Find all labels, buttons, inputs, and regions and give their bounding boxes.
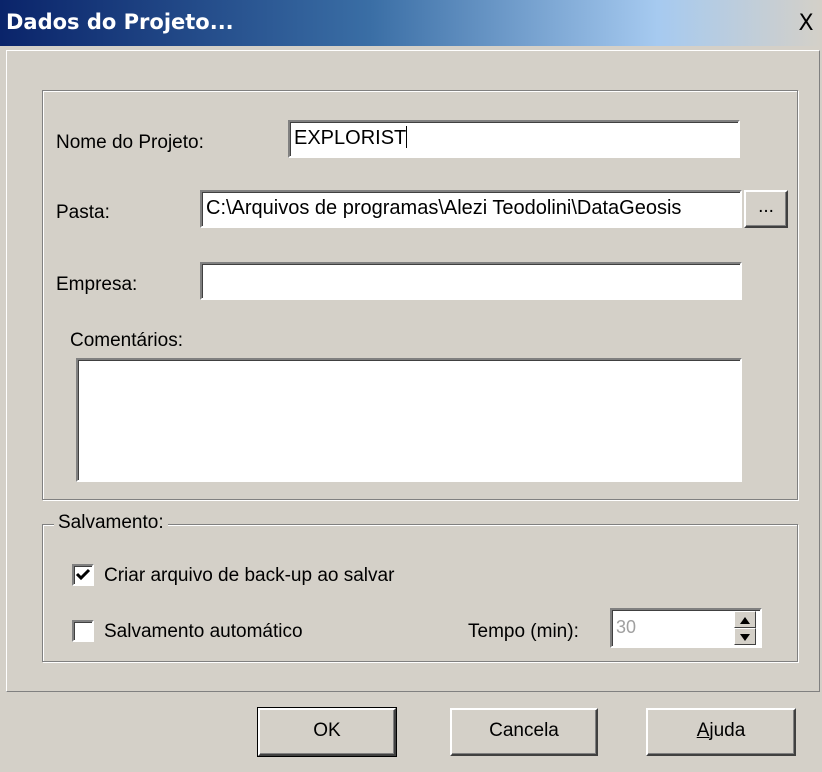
help-accelerator: A [696, 720, 710, 741]
help-label-rest: juda [709, 720, 746, 741]
project-name-field[interactable]: EXPLORIST [288, 120, 740, 158]
spin-down-button[interactable] [734, 628, 756, 645]
browse-folder-label: ... [758, 196, 774, 217]
comments-label: Comentários: [70, 330, 183, 351]
company-label: Empresa: [56, 274, 138, 295]
cancel-button-label: Cancela [489, 720, 559, 741]
triangle-up-icon [740, 617, 750, 624]
ok-button-label: OK [313, 720, 341, 741]
folder-label: Pasta: [56, 202, 110, 223]
cancel-button[interactable]: Cancela [450, 708, 598, 756]
spin-up-button[interactable] [734, 611, 756, 628]
folder-value: C:\Arquivos de programas\Alezi Teodolini… [206, 197, 682, 219]
auto-save-label[interactable]: Salvamento automático [104, 621, 303, 643]
ok-button[interactable]: OK [257, 707, 397, 757]
backup-label[interactable]: Criar arquivo de back-up ao salvar [104, 565, 394, 587]
close-icon[interactable]: X [794, 12, 818, 36]
interval-label: Tempo (min): [468, 621, 579, 642]
checkmark-icon [75, 568, 91, 581]
window-title: Dados do Projeto... [6, 10, 234, 34]
help-button[interactable]: Ajuda [646, 708, 796, 756]
folder-field[interactable]: C:\Arquivos de programas\Alezi Teodolini… [200, 190, 742, 228]
interval-value: 30 [616, 617, 637, 637]
save-options-legend: Salvamento: [54, 512, 168, 534]
backup-checkbox[interactable] [72, 564, 94, 586]
triangle-down-icon [740, 634, 750, 641]
company-field[interactable] [200, 262, 742, 300]
help-button-label: Ajuda [697, 720, 746, 741]
comments-textarea[interactable] [76, 358, 742, 482]
title-bar[interactable]: Dados do Projeto... X [0, 0, 822, 46]
auto-save-checkbox[interactable] [72, 620, 94, 642]
text-caret [406, 126, 408, 148]
project-name-value: EXPLORIST [294, 127, 407, 149]
project-name-label: Nome do Projeto: [56, 132, 204, 153]
browse-folder-button[interactable]: ... [744, 190, 788, 228]
interval-spinner[interactable] [734, 611, 756, 645]
